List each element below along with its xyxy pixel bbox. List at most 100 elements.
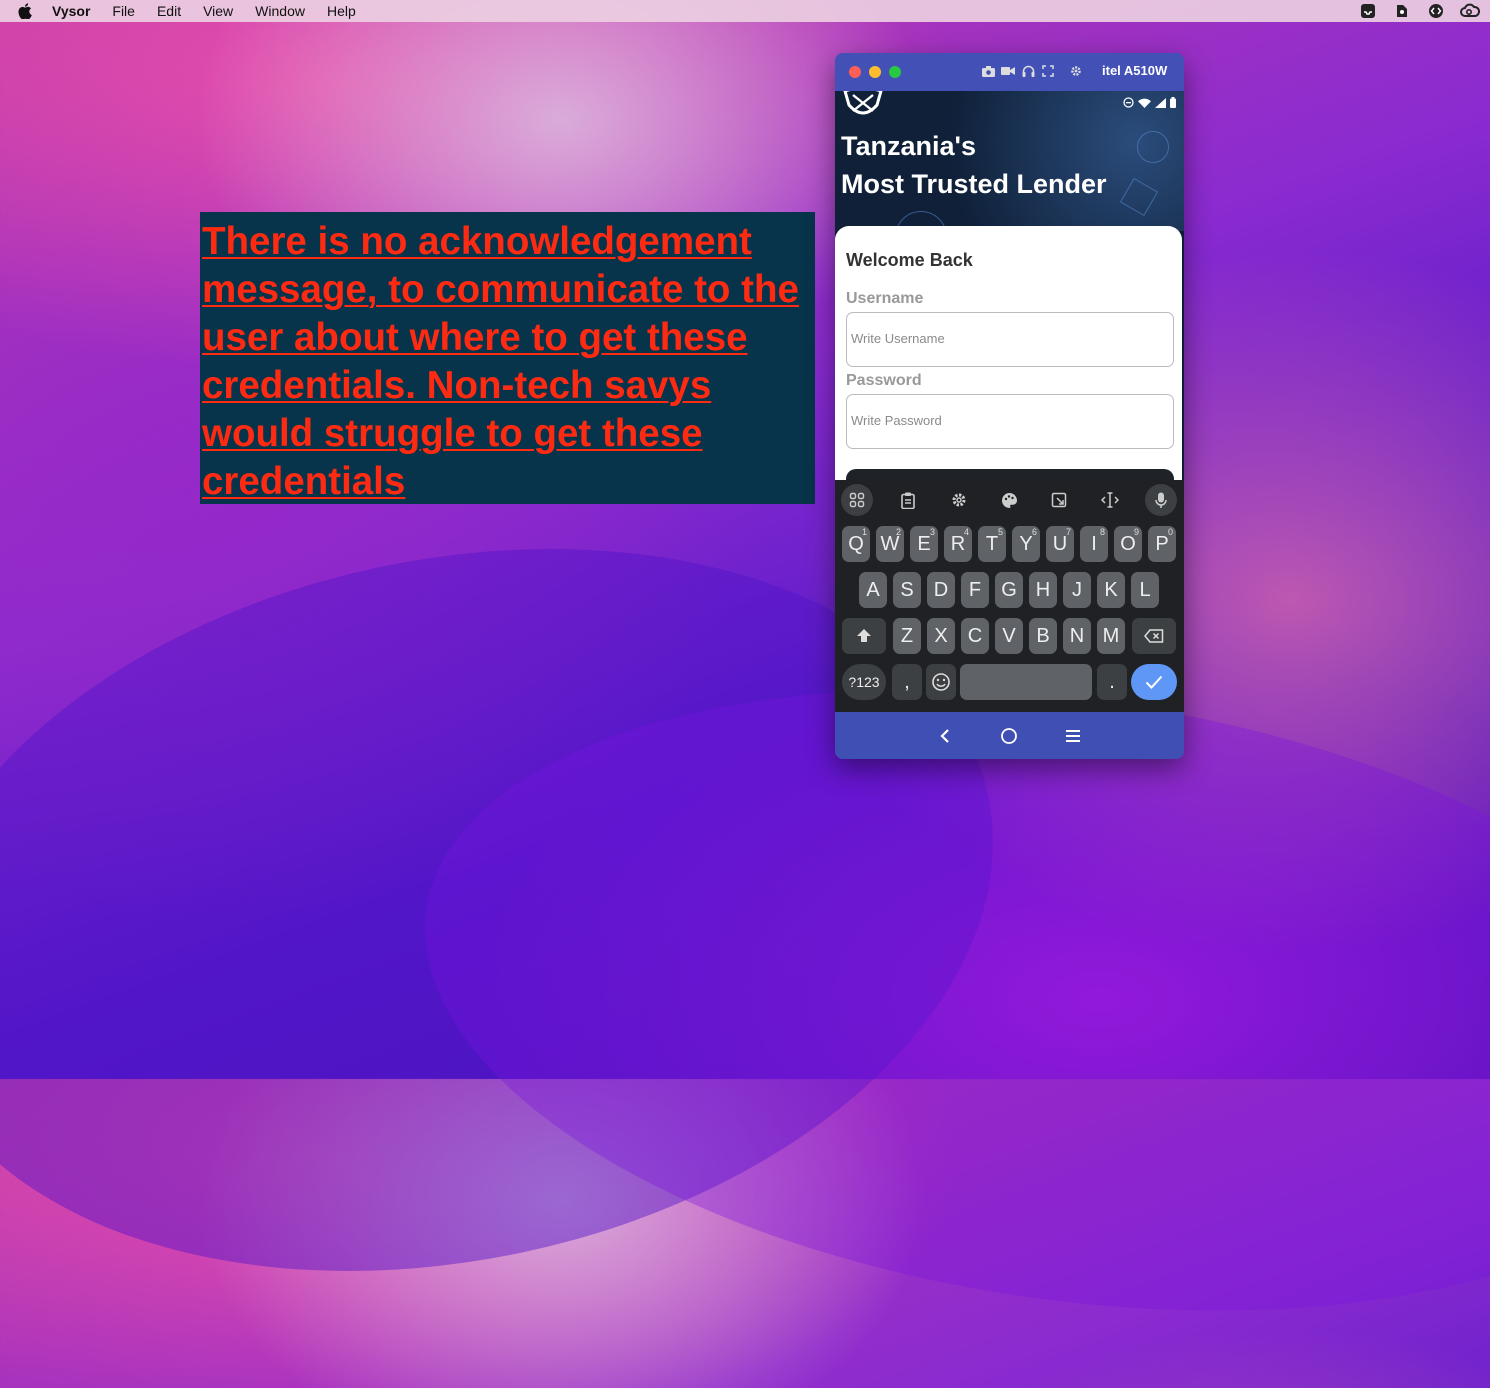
welcome-heading: Welcome Back <box>846 250 973 270</box>
resize-keyboard-icon[interactable] <box>1043 484 1075 516</box>
menu-window[interactable]: Window <box>255 3 305 19</box>
key-j[interactable]: J <box>1063 572 1091 608</box>
key-w[interactable]: W2 <box>876 526 904 562</box>
home-icon[interactable] <box>997 724 1021 748</box>
key-s[interactable]: S <box>893 572 921 608</box>
key-label: , <box>904 670 910 693</box>
username-input[interactable] <box>851 331 1151 346</box>
app-hero: Tanzania's Most Trusted Lender <box>835 91 1184 263</box>
hero-title: Tanzania's Most Trusted Lender <box>841 127 1107 203</box>
key-hint: 1 <box>861 527 867 537</box>
key-k[interactable]: K <box>1097 572 1125 608</box>
key-a[interactable]: A <box>859 572 887 608</box>
key-g[interactable]: G <box>995 572 1023 608</box>
key-label: E <box>917 532 931 555</box>
key-q[interactable]: Q1 <box>842 526 870 562</box>
symbols-key[interactable]: ?123 <box>842 664 886 700</box>
inbox-icon[interactable] <box>1358 2 1378 20</box>
minimize-button[interactable] <box>869 66 881 78</box>
key-x[interactable]: X <box>927 618 955 654</box>
key-label: I <box>1091 532 1097 555</box>
key-hint: 8 <box>1099 527 1105 537</box>
emoji-key[interactable] <box>926 664 956 700</box>
key-v[interactable]: V <box>995 618 1023 654</box>
key-o[interactable]: O9 <box>1114 526 1142 562</box>
key-m[interactable]: M <box>1097 618 1125 654</box>
key-label: Y <box>1019 532 1033 555</box>
key-hint: 7 <box>1065 527 1071 537</box>
key-label: K <box>1104 578 1118 601</box>
key-e[interactable]: E3 <box>910 526 938 562</box>
key-label: ?123 <box>848 674 880 690</box>
apps-grid-icon[interactable] <box>841 484 873 516</box>
key-y[interactable]: Y6 <box>1012 526 1040 562</box>
android-nav-bar <box>835 712 1184 759</box>
key-label: . <box>1109 670 1115 693</box>
theme-palette-icon[interactable] <box>993 484 1025 516</box>
menu-app-name[interactable]: Vysor <box>52 3 90 19</box>
period-key[interactable]: . <box>1097 664 1127 700</box>
key-d[interactable]: D <box>927 572 955 608</box>
shift-key[interactable] <box>842 618 886 654</box>
decor-hexagon <box>1119 177 1159 217</box>
android-status-bar <box>1123 95 1176 113</box>
key-label: M <box>1102 624 1120 647</box>
key-n[interactable]: N <box>1063 618 1091 654</box>
key-u[interactable]: U7 <box>1046 526 1074 562</box>
key-label: T <box>985 532 999 555</box>
cursor-control-icon[interactable] <box>1094 484 1126 516</box>
headphones-icon[interactable] <box>1021 64 1035 78</box>
key-p[interactable]: P0 <box>1148 526 1176 562</box>
apple-icon[interactable] <box>18 3 38 19</box>
key-label: S <box>900 578 914 601</box>
close-button[interactable] <box>849 66 861 78</box>
key-label: C <box>967 624 983 647</box>
space-key[interactable] <box>960 664 1092 700</box>
key-hint: 0 <box>1167 527 1173 537</box>
key-hint: 5 <box>997 527 1003 537</box>
clipboard-icon[interactable] <box>892 484 924 516</box>
window-titlebar[interactable]: itel A510W <box>835 53 1184 91</box>
device-screen[interactable]: Tanzania's Most Trusted Lender Welcome B… <box>835 91 1184 712</box>
username-field[interactable] <box>846 312 1174 367</box>
key-f[interactable]: F <box>961 572 989 608</box>
keyboard-settings-icon[interactable] <box>943 484 975 516</box>
wifi-icon <box>1138 95 1151 113</box>
app-logo <box>843 91 883 115</box>
code-icon[interactable] <box>1426 2 1446 20</box>
annotation-text: There is no acknowledgement message, to … <box>202 220 799 503</box>
backspace-key[interactable] <box>1132 618 1176 654</box>
menu-help[interactable]: Help <box>327 3 356 19</box>
key-h[interactable]: H <box>1029 572 1057 608</box>
key-label: L <box>1139 578 1151 601</box>
hero-title-line1: Tanzania's <box>841 131 976 161</box>
comma-key[interactable]: , <box>892 664 922 700</box>
key-r[interactable]: R4 <box>944 526 972 562</box>
fullscreen-icon[interactable] <box>1041 64 1055 78</box>
creative-cloud-icon[interactable] <box>1460 2 1480 20</box>
key-t[interactable]: T5 <box>978 526 1006 562</box>
camera-icon[interactable] <box>981 64 995 78</box>
extension-icon[interactable] <box>1392 2 1412 20</box>
key-hint: 4 <box>963 527 969 537</box>
settings-icon[interactable] <box>1069 64 1083 78</box>
password-input[interactable] <box>851 413 1151 428</box>
password-field[interactable] <box>846 394 1174 449</box>
decor-circle <box>1137 131 1169 163</box>
menu-file[interactable]: File <box>112 3 135 19</box>
enter-key[interactable] <box>1131 664 1177 700</box>
menu-view[interactable]: View <box>203 3 233 19</box>
key-z[interactable]: Z <box>893 618 921 654</box>
back-icon[interactable] <box>933 724 957 748</box>
video-icon[interactable] <box>1001 64 1015 78</box>
menu-edit[interactable]: Edit <box>157 3 181 19</box>
username-label: Username <box>846 290 924 307</box>
menu-icon[interactable] <box>1061 724 1085 748</box>
microphone-icon[interactable] <box>1145 484 1177 516</box>
backspace-icon <box>1144 629 1164 643</box>
key-b[interactable]: B <box>1029 618 1057 654</box>
key-c[interactable]: C <box>961 618 989 654</box>
zoom-button[interactable] <box>889 66 901 78</box>
key-l[interactable]: L <box>1131 572 1159 608</box>
key-i[interactable]: I8 <box>1080 526 1108 562</box>
